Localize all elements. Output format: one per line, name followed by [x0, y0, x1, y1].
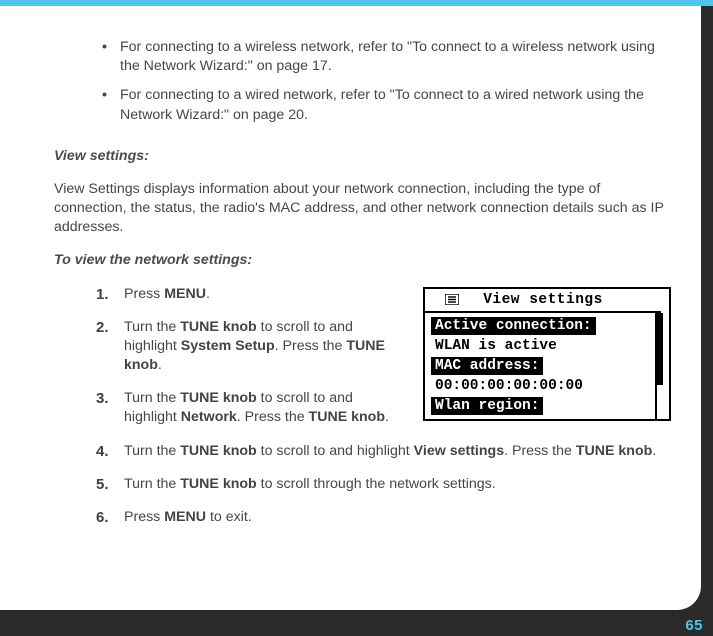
step-bold: TUNE knob	[180, 476, 256, 492]
steps-list: 1. Press MENU. 2. Turn the TUNE knob to …	[96, 285, 405, 428]
bullet-wired: For connecting to a wired network, refer…	[108, 86, 671, 124]
step-number: 5.	[96, 475, 109, 495]
step-number: 4.	[96, 442, 109, 462]
manual-page: For connecting to a wireless network, re…	[0, 6, 701, 610]
radio-display: View settings Active connection: WLAN is…	[423, 287, 671, 422]
step-text: .	[158, 357, 162, 373]
page-number: 65	[685, 617, 703, 634]
step-text: Turn the	[124, 390, 180, 406]
display-body: Active connection: WLAN is active MAC ad…	[425, 313, 661, 420]
step-bold: MENU	[164, 286, 206, 302]
bullet-page-ref: 20	[288, 107, 304, 123]
display-title-text: View settings	[483, 292, 603, 308]
step-text: Turn the	[124, 443, 180, 459]
bullet-text: For connecting to a wireless network, re…	[120, 39, 655, 74]
step-5: 5. Turn the TUNE knob to scroll through …	[96, 475, 671, 494]
step-bold: TUNE knob	[180, 319, 256, 335]
display-row: Active connection:	[431, 317, 596, 335]
step-text: .	[206, 286, 210, 302]
step-text: to scroll through the network settings.	[257, 476, 496, 492]
step-bold: View settings	[414, 443, 504, 459]
step-number: 1.	[96, 285, 109, 305]
display-scrollbar	[655, 313, 663, 420]
step-text: . Press the	[237, 409, 309, 425]
intro-bullet-list: For connecting to a wireless network, re…	[108, 38, 671, 125]
step-text: to scroll to and highlight	[257, 443, 414, 459]
display-row: 00:00:00:00:00:00	[431, 377, 587, 395]
step-text: .	[385, 409, 389, 425]
step-text: Turn the	[124, 476, 180, 492]
display-row: MAC address:	[431, 357, 543, 375]
display-title-bar: View settings	[425, 289, 661, 313]
step-bold: TUNE knob	[576, 443, 652, 459]
step-bold: MENU	[164, 509, 206, 525]
bullet-text-post: .	[328, 58, 332, 74]
step-text: . Press the	[275, 338, 347, 354]
step-bold: TUNE knob	[309, 409, 385, 425]
step-3: 3. Turn the TUNE knob to scroll to and h…	[96, 389, 405, 427]
display-scroll-thumb	[657, 313, 663, 386]
steps-list-continued: 4. Turn the TUNE knob to scroll to and h…	[96, 442, 671, 528]
step-number: 6.	[96, 508, 109, 528]
step-bold: System Setup	[181, 338, 275, 354]
bullet-text: For connecting to a wired network, refer…	[120, 87, 644, 122]
step-1: 1. Press MENU.	[96, 285, 405, 304]
step-text: .	[652, 443, 656, 459]
step-2: 2. Turn the TUNE knob to scroll to and h…	[96, 318, 405, 376]
step-text: to exit.	[206, 509, 252, 525]
step-text: Press	[124, 286, 164, 302]
step-text: Press	[124, 509, 164, 525]
bullet-text-post: .	[304, 107, 308, 123]
view-settings-description: View Settings displays information about…	[54, 180, 671, 238]
step-number: 2.	[96, 318, 109, 338]
display-row: Wlan region:	[431, 397, 543, 415]
step-bold: Network	[181, 409, 237, 425]
display-row: WLAN is active	[431, 337, 561, 355]
step-4: 4. Turn the TUNE knob to scroll to and h…	[96, 442, 671, 461]
step-6: 6. Press MENU to exit.	[96, 508, 671, 527]
hamburger-icon	[445, 294, 459, 305]
step-text: Turn the	[124, 319, 180, 335]
bullet-wireless: For connecting to a wireless network, re…	[108, 38, 671, 76]
step-number: 3.	[96, 389, 109, 409]
step-bold: TUNE knob	[180, 443, 256, 459]
heading-view-settings: View settings:	[54, 147, 671, 166]
heading-to-view-network-settings: To view the network settings:	[54, 251, 671, 270]
step-bold: TUNE knob	[180, 390, 256, 406]
bullet-page-ref: 17	[312, 58, 328, 74]
step-text: . Press the	[504, 443, 576, 459]
